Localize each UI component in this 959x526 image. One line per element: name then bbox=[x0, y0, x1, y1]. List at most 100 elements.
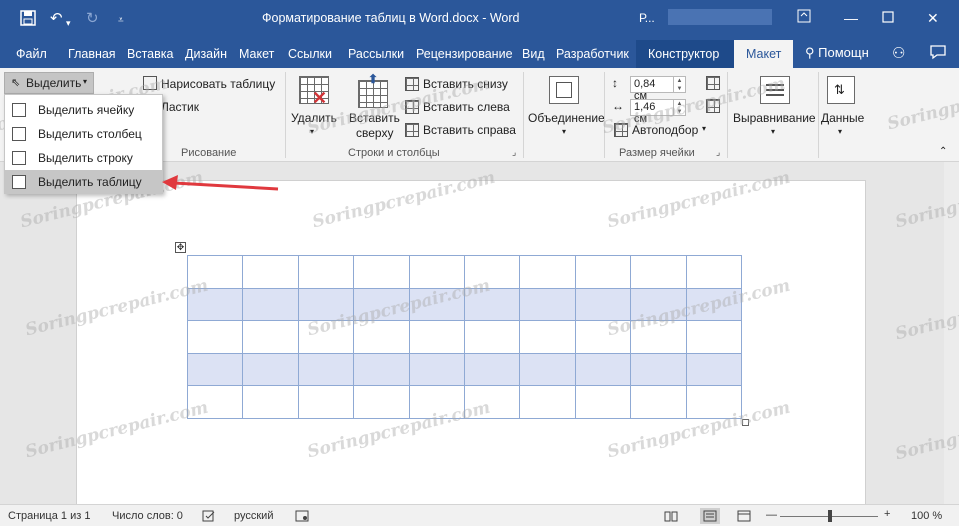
table-cell[interactable] bbox=[630, 385, 687, 419]
table-row[interactable] bbox=[186, 287, 742, 322]
table-cell[interactable] bbox=[408, 385, 465, 419]
eraser-button[interactable]: Ластик bbox=[161, 100, 199, 114]
page-count[interactable]: Страница 1 из 1 bbox=[8, 510, 90, 522]
table-cell[interactable] bbox=[242, 287, 299, 322]
merge-button[interactable]: Объединение bbox=[528, 111, 605, 125]
tab-references[interactable]: Ссылки bbox=[288, 47, 332, 61]
vertical-scrollbar[interactable] bbox=[944, 162, 959, 504]
tab-developer[interactable]: Разработчик bbox=[556, 47, 629, 61]
table-cell[interactable] bbox=[186, 352, 244, 387]
dialog-launcher-icon[interactable]: ⌟ bbox=[716, 147, 720, 158]
table-cell[interactable] bbox=[186, 320, 244, 354]
autofit-button[interactable]: Автоподбор bbox=[632, 123, 698, 137]
customize-quick-access-icon[interactable]: ⩡ bbox=[118, 12, 124, 30]
zoom-out-icon[interactable]: — bbox=[766, 509, 777, 521]
close-icon[interactable]: ✕ bbox=[927, 9, 939, 27]
table-cell[interactable] bbox=[519, 287, 576, 322]
tab-home[interactable]: Главная bbox=[68, 47, 116, 61]
insert-above-button-line2[interactable]: сверху bbox=[356, 126, 393, 140]
column-width-spinner[interactable]: ▲ ▼ bbox=[674, 99, 686, 116]
table-cell[interactable] bbox=[242, 352, 299, 387]
word-count[interactable]: Число слов: 0 bbox=[112, 510, 183, 522]
share-user-icon[interactable]: ⚇ bbox=[892, 44, 905, 62]
table-cell[interactable] bbox=[297, 352, 355, 387]
proofing-icon[interactable] bbox=[202, 510, 216, 525]
table-cell[interactable] bbox=[353, 287, 410, 322]
table-cell[interactable] bbox=[353, 255, 410, 289]
table-cell[interactable] bbox=[297, 255, 355, 289]
column-width-input[interactable]: 1,46 см bbox=[630, 99, 674, 125]
row-height-input[interactable]: 0,84 см bbox=[630, 76, 674, 102]
help-button[interactable]: ⚲ Помощн bbox=[805, 45, 869, 61]
table-resize-handle[interactable] bbox=[742, 419, 749, 426]
account-box[interactable] bbox=[668, 9, 772, 25]
table-cell[interactable] bbox=[297, 320, 355, 354]
table-cell[interactable] bbox=[685, 255, 742, 289]
dialog-launcher-icon[interactable]: ⌟ bbox=[512, 147, 516, 158]
minimize-icon[interactable]: — bbox=[844, 9, 858, 27]
table-row[interactable] bbox=[186, 352, 742, 387]
table-cell[interactable] bbox=[463, 320, 521, 354]
macro-icon[interactable] bbox=[295, 510, 309, 525]
comments-icon[interactable] bbox=[930, 44, 946, 63]
tab-layout[interactable]: Макет bbox=[239, 47, 274, 61]
menu-item-select-cell[interactable]: Выделить ячейку bbox=[5, 98, 162, 122]
table-cell[interactable] bbox=[574, 385, 632, 419]
zoom-in-icon[interactable]: + bbox=[884, 508, 890, 520]
table-cell[interactable] bbox=[408, 287, 465, 322]
tab-file[interactable]: Файл bbox=[16, 47, 47, 61]
print-layout-icon[interactable] bbox=[700, 508, 720, 524]
language[interactable]: русский bbox=[234, 510, 273, 522]
table-cell[interactable] bbox=[353, 320, 410, 354]
tab-table-design[interactable]: Конструктор bbox=[636, 40, 734, 68]
table-move-handle-icon[interactable]: ✥ bbox=[175, 242, 186, 253]
row-height-spinner[interactable]: ▲ ▼ bbox=[674, 76, 686, 93]
zoom-slider-thumb[interactable] bbox=[828, 510, 832, 522]
table-cell[interactable] bbox=[630, 352, 687, 387]
undo-icon[interactable]: ↶ bbox=[50, 10, 63, 28]
table-cell[interactable] bbox=[519, 320, 576, 354]
zoom-level[interactable]: 100 % bbox=[911, 510, 942, 522]
menu-item-select-table[interactable]: Выделить таблицу bbox=[5, 170, 162, 194]
maximize-icon[interactable] bbox=[882, 9, 894, 27]
table-cell[interactable] bbox=[574, 287, 632, 322]
insert-right-button[interactable]: Вставить справа bbox=[423, 123, 516, 137]
alignment-button[interactable]: Выравнивание bbox=[733, 111, 816, 125]
table-row[interactable] bbox=[186, 320, 742, 354]
table-cell[interactable] bbox=[463, 385, 521, 419]
undo-dropdown-icon[interactable]: ▾ bbox=[66, 14, 71, 32]
delete-button[interactable]: Удалить bbox=[291, 111, 337, 125]
table-cell[interactable] bbox=[186, 385, 244, 419]
table-cell[interactable] bbox=[630, 255, 687, 289]
tab-review[interactable]: Рецензирование bbox=[416, 47, 513, 61]
table-cell[interactable] bbox=[408, 320, 465, 354]
web-layout-icon[interactable] bbox=[737, 510, 751, 525]
insert-left-button[interactable]: Вставить слева bbox=[423, 100, 510, 114]
insert-above-button-line1[interactable]: Вставить bbox=[349, 111, 400, 125]
table-cell[interactable] bbox=[519, 255, 576, 289]
table-cell[interactable] bbox=[630, 287, 687, 322]
table-cell[interactable] bbox=[574, 320, 632, 354]
table-cell[interactable] bbox=[242, 255, 299, 289]
table-cell[interactable] bbox=[242, 385, 299, 419]
table-cell[interactable] bbox=[297, 287, 355, 322]
table-row[interactable] bbox=[186, 385, 742, 419]
document-table[interactable] bbox=[186, 255, 742, 419]
distribute-columns-icon[interactable] bbox=[706, 99, 720, 113]
tab-insert[interactable]: Вставка bbox=[127, 47, 173, 61]
table-cell[interactable] bbox=[685, 320, 742, 354]
select-button[interactable]: ⇖ Выделить ▾ bbox=[4, 72, 94, 94]
table-cell[interactable] bbox=[685, 352, 742, 387]
save-icon[interactable] bbox=[20, 10, 36, 31]
table-cell[interactable] bbox=[186, 287, 244, 322]
table-cell[interactable] bbox=[408, 352, 465, 387]
read-mode-icon[interactable] bbox=[664, 510, 678, 525]
redo-icon[interactable]: ↻ bbox=[86, 10, 99, 28]
table-cell[interactable] bbox=[574, 255, 632, 289]
table-cell[interactable] bbox=[463, 255, 521, 289]
table-cell[interactable] bbox=[574, 352, 632, 387]
insert-below-button[interactable]: Вставить снизу bbox=[423, 77, 508, 91]
table-cell[interactable] bbox=[519, 352, 576, 387]
table-cell[interactable] bbox=[297, 385, 355, 419]
draw-table-button[interactable]: Нарисовать таблицу bbox=[161, 77, 275, 91]
